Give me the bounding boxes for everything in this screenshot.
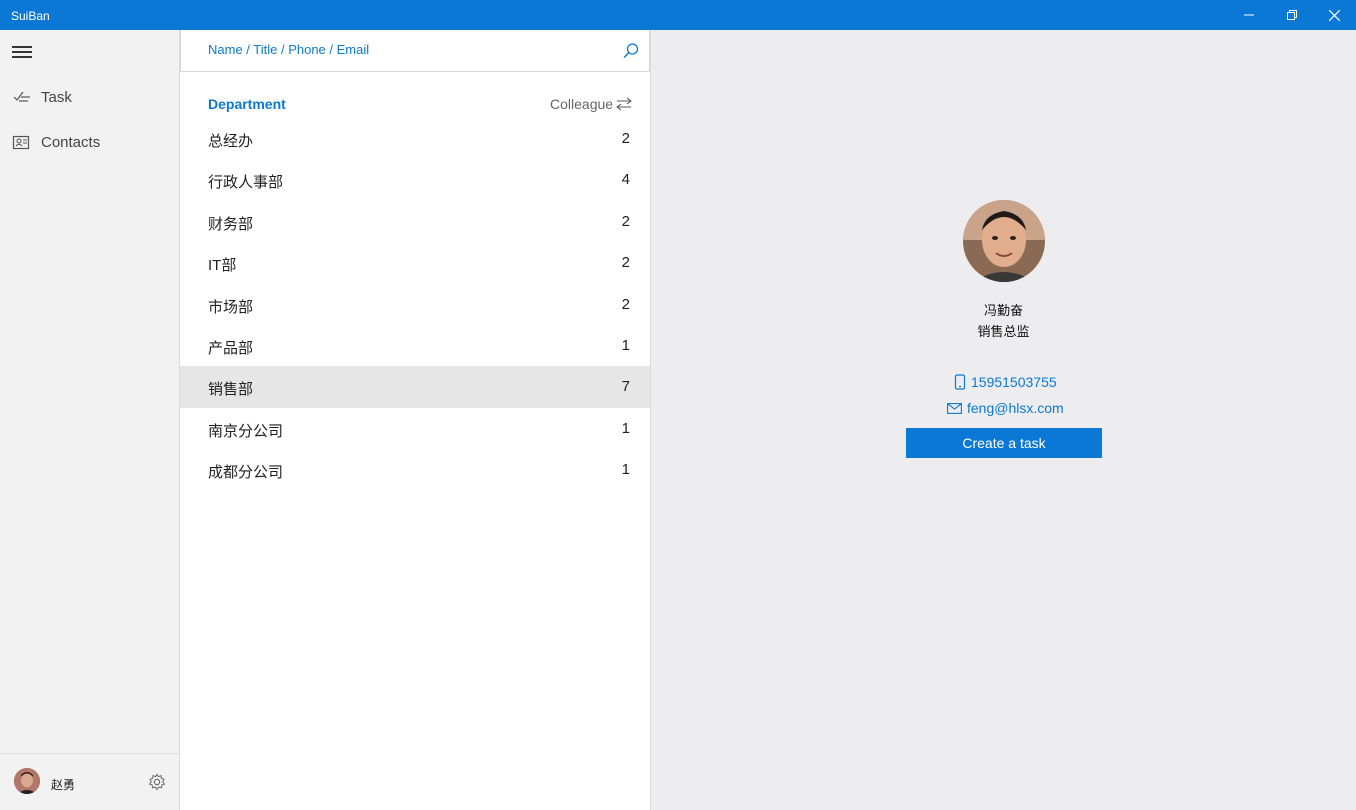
list-item-selected[interactable]: 销售部 7 — [180, 366, 650, 408]
department-count: 2 — [621, 295, 630, 313]
phone-icon — [954, 374, 966, 390]
mail-icon — [947, 402, 962, 414]
list-item[interactable]: 南京分公司 1 — [180, 408, 650, 449]
department-count: 2 — [621, 212, 630, 230]
department-name: 行政人事部 — [208, 174, 284, 192]
user-avatar-image — [14, 768, 40, 794]
department-count: 2 — [621, 254, 630, 272]
department-count: 1 — [621, 461, 630, 479]
minimize-icon — [1244, 14, 1254, 16]
list-item[interactable]: 市场部 2 — [180, 284, 650, 325]
minimize-button[interactable] — [1226, 0, 1272, 30]
list-item[interactable]: 行政人事部 4 — [180, 159, 650, 200]
list-item[interactable]: 财务部 2 — [180, 201, 650, 242]
search-icon[interactable] — [622, 42, 640, 60]
contact-title: 销售总监 — [977, 324, 1030, 339]
search-input[interactable] — [208, 42, 608, 57]
user-avatar[interactable] — [14, 768, 40, 794]
department-name: 销售部 — [208, 381, 254, 399]
task-check-icon — [13, 91, 30, 102]
gear-icon[interactable] — [148, 773, 166, 791]
contact-name: 冯勤奋 — [983, 303, 1023, 318]
contact-phone: 15951503755 — [971, 374, 1057, 390]
contact-email: feng@hlsx.com — [967, 400, 1064, 416]
nav-pane: Task Contacts 赵勇 — [0, 30, 180, 810]
restore-icon — [1287, 10, 1297, 20]
nav-footer: 赵勇 — [0, 753, 179, 810]
department-name: 产品部 — [208, 339, 254, 357]
nav-item-label: Task — [41, 89, 72, 106]
department-count: 2 — [621, 130, 630, 147]
department-list-pane: Department Colleague 总经办 2 行政人事部 4 财务部 2… — [180, 30, 651, 810]
app-title: SuiBan — [11, 9, 50, 23]
contact-phone-link[interactable]: 15951503755 — [954, 373, 1057, 391]
department-count: 4 — [621, 171, 630, 189]
title-bar: SuiBan — [0, 0, 1356, 30]
department-name: 成都分公司 — [208, 464, 284, 482]
list-item[interactable]: 总经办 2 — [180, 118, 650, 159]
department-name: 总经办 — [208, 133, 254, 150]
nav-item-contacts[interactable]: Contacts — [0, 123, 179, 163]
swap-icon[interactable] — [616, 97, 632, 111]
list-item[interactable]: IT部 2 — [180, 242, 650, 283]
hamburger-menu-icon[interactable] — [12, 46, 34, 60]
user-name: 赵勇 — [51, 778, 76, 792]
close-icon — [1328, 9, 1340, 21]
list-item[interactable]: 成都分公司 1 — [180, 449, 650, 490]
restore-button[interactable] — [1269, 0, 1315, 30]
department-count: 7 — [621, 378, 630, 396]
nav-item-task[interactable]: Task — [0, 78, 179, 118]
search-box — [180, 30, 650, 72]
create-task-button[interactable]: Create a task — [906, 428, 1102, 458]
contact-detail-pane: 冯勤奋 销售总监 15951503755 feng@hlsx.com Creat… — [651, 30, 1356, 810]
contacts-card-icon — [12, 135, 30, 150]
list-item[interactable]: 产品部 1 — [180, 325, 650, 366]
close-button[interactable] — [1311, 0, 1356, 30]
department-count: 1 — [621, 419, 630, 437]
department-name: 财务部 — [208, 215, 254, 233]
contact-avatar-image — [963, 200, 1045, 282]
department-list: 总经办 2 行政人事部 4 财务部 2 IT部 2 市场部 2 产品部 1 销售… — [180, 118, 650, 491]
colleague-tab[interactable]: Colleague — [550, 96, 613, 112]
nav-item-label: Contacts — [41, 134, 101, 151]
list-header: Department Colleague — [180, 94, 650, 116]
contact-avatar — [963, 200, 1045, 282]
contact-email-link[interactable]: feng@hlsx.com — [947, 399, 1064, 417]
department-name: 市场部 — [208, 298, 254, 316]
department-name: IT部 — [208, 257, 237, 275]
department-name: 南京分公司 — [208, 422, 284, 440]
department-count: 1 — [621, 336, 630, 354]
department-tab[interactable]: Department — [208, 96, 286, 112]
